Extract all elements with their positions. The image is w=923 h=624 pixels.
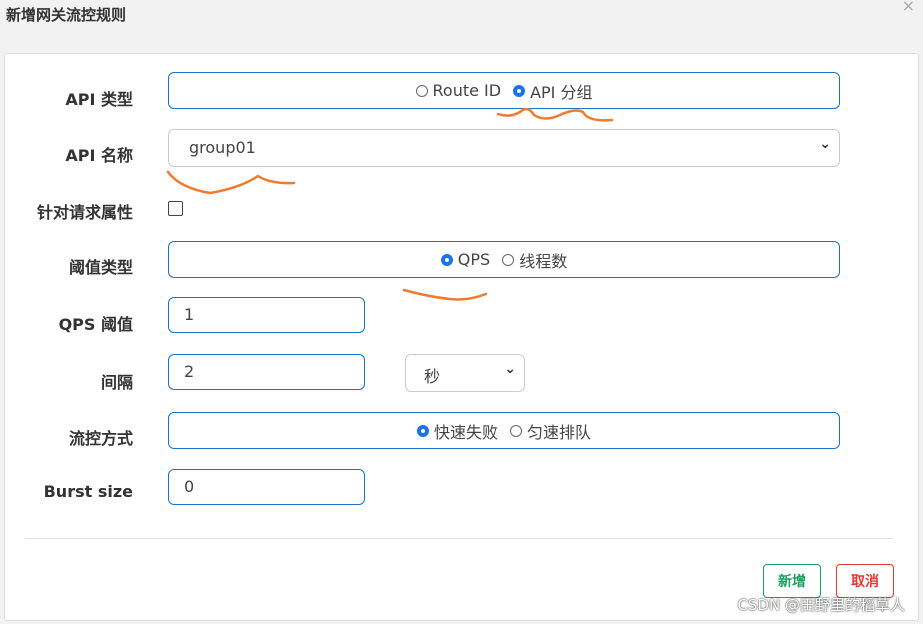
radio-checked-icon[interactable] [513,84,526,97]
interval-unit-select[interactable]: 秒 ⌄ [405,354,525,392]
threshold-type-option-threads[interactable]: 线程数 [502,248,567,272]
dialog-title: 新增网关流控规则 [6,6,127,24]
cancel-button[interactable]: 取消 [836,564,894,598]
control-mode-option-fast-fail[interactable]: 快速失败 [416,419,498,443]
footer-divider [25,538,893,539]
form-panel: API 类型 Route ID API 分组 API 名称 group01 ⌄ … [4,53,919,621]
radio-unchecked-icon[interactable] [502,253,515,266]
threshold-type-label: 阈值类型 [68,258,133,277]
interval-label: 间隔 [100,373,133,392]
threshold-type-option-qps[interactable]: QPS [440,250,491,269]
radio-checked-icon[interactable] [440,253,453,266]
api-name-select[interactable]: group01 ⌄ [168,129,840,167]
api-type-option-api-group[interactable]: API 分组 [513,79,592,103]
control-mode-radio-group: 快速失败 匀速排队 [168,412,840,449]
interval-unit-value: 秒 [424,367,441,386]
threshold-type-option-label: QPS [457,250,491,269]
radio-unchecked-icon[interactable] [510,424,522,437]
burst-size-input[interactable]: 0 [168,469,365,505]
chevron-down-icon: ⌄ [819,136,831,152]
control-mode-label: 流控方式 [68,429,133,448]
radio-unchecked-icon[interactable] [415,84,428,97]
request-attr-label: 针对请求属性 [36,203,133,222]
page: 新增网关流控规则 × API 类型 Route ID API 分组 API 名称… [0,0,923,624]
add-button[interactable]: 新增 [763,564,821,598]
api-name-label: API 名称 [65,146,133,165]
request-attr-checkbox[interactable] [168,201,183,216]
threshold-type-option-label: 线程数 [519,251,568,271]
api-type-radio-group: Route ID API 分组 [168,72,840,109]
close-icon[interactable]: × [902,0,915,15]
chevron-down-icon: ⌄ [504,361,516,377]
threshold-type-radio-group: QPS 线程数 [168,241,840,278]
api-type-option-label: Route ID [432,81,502,100]
watermark: CSDN @田野里的稻草人 [737,596,905,614]
burst-size-label: Burst size [43,482,133,501]
api-type-label: API 类型 [65,90,133,109]
interval-input[interactable]: 2 [168,354,365,390]
control-mode-option-label: 匀速排队 [527,422,592,442]
control-mode-option-queue[interactable]: 匀速排队 [510,419,591,443]
api-type-option-route-id[interactable]: Route ID [415,81,502,100]
api-type-option-label: API 分组 [530,82,593,102]
api-name-value: group01 [189,138,256,157]
control-mode-option-label: 快速失败 [433,422,498,442]
qps-threshold-input[interactable]: 1 [168,297,365,333]
qps-threshold-label: QPS 阈值 [58,315,133,334]
radio-checked-icon[interactable] [416,424,429,437]
